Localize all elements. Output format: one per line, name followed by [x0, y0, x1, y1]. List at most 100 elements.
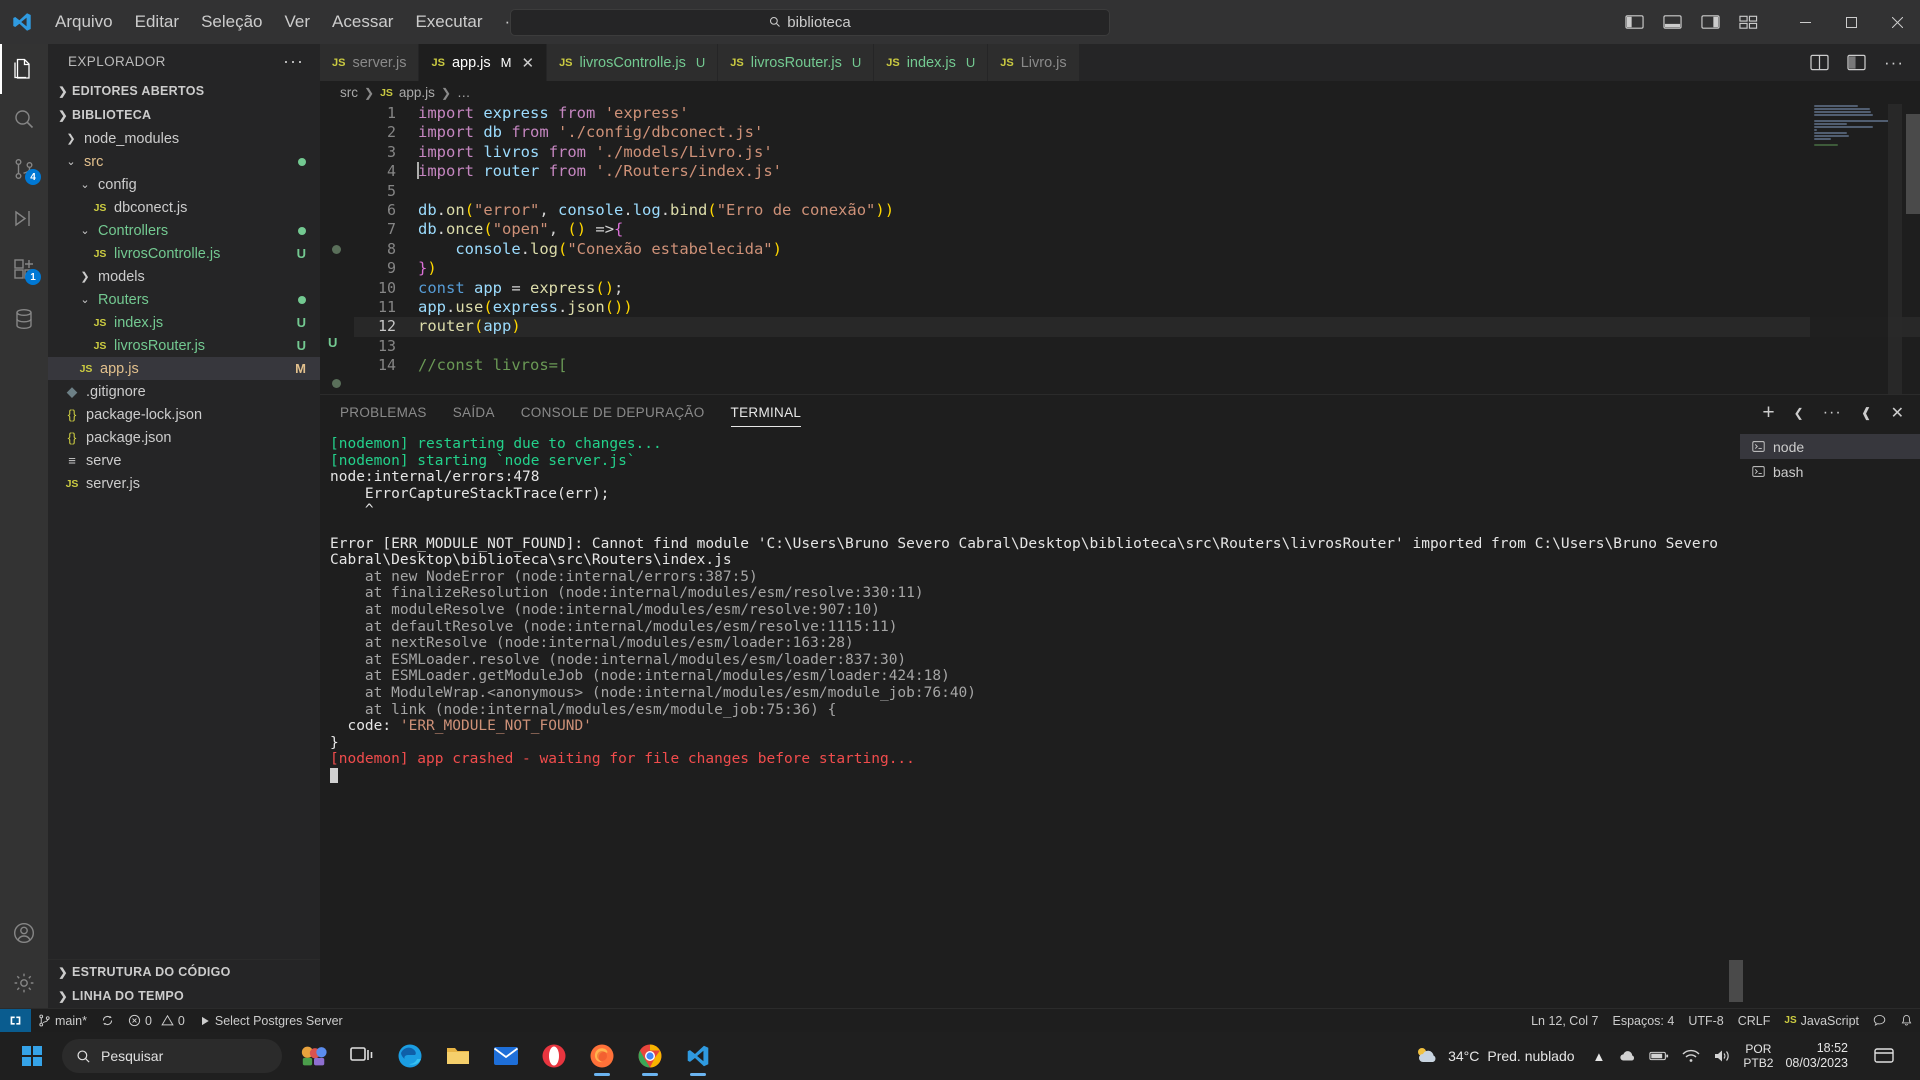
menu-executar[interactable]: Executar: [404, 7, 493, 37]
status-postgres[interactable]: Select Postgres Server: [192, 1009, 350, 1033]
minimap-slider[interactable]: [1888, 104, 1902, 394]
window-close-button[interactable]: [1874, 0, 1920, 44]
new-terminal-icon[interactable]: +: [1762, 402, 1774, 423]
tree-item--gitignore[interactable]: ◆ .gitignore: [48, 380, 320, 403]
tree-item-livrosrouter-js[interactable]: JS livrosRouter.js U: [48, 334, 320, 357]
microsoft-edge-icon[interactable]: [388, 1034, 432, 1078]
code-line[interactable]: 4 import router from './Routers/index.js': [354, 162, 1920, 181]
code-lines[interactable]: 1 import express from 'express' 2 import db…: [354, 104, 1920, 394]
terminal-output[interactable]: [nodemon] restarting due to changes... [n…: [320, 430, 1729, 1008]
menu-acessar[interactable]: Acessar: [321, 7, 404, 37]
tree-item-routers[interactable]: ⌄ Routers: [48, 288, 320, 311]
toggle-panel-icon[interactable]: [1663, 14, 1682, 30]
notifications-icon[interactable]: [1862, 1034, 1906, 1078]
window-minimize-button[interactable]: [1782, 0, 1828, 44]
activity-item-run-and-debug[interactable]: [0, 194, 48, 244]
onedrive-icon[interactable]: [1618, 1049, 1636, 1063]
code-line[interactable]: 1 import express from 'express': [354, 104, 1920, 123]
code-line[interactable]: 6 db.on("error", console.log.bind("Erro d…: [354, 201, 1920, 220]
wifi-icon[interactable]: [1682, 1049, 1700, 1063]
activity-item-source-control[interactable]: 4: [0, 144, 48, 194]
scrollbar-thumb[interactable]: [1906, 114, 1920, 214]
code-line[interactable]: 11 app.use(express.json()): [354, 298, 1920, 317]
panel-tab-problemas[interactable]: PROBLEMAS: [340, 395, 427, 430]
editor-tab-livroscontrolle-js[interactable]: JS livrosControlle.js U: [547, 44, 719, 81]
chevron-up-icon[interactable]: ▲: [1593, 1049, 1606, 1064]
tree-item-livroscontrolle-js[interactable]: JS livrosControlle.js U: [48, 242, 320, 265]
taskbar-language[interactable]: POR PTB2: [1737, 1042, 1779, 1070]
code-line[interactable]: 5: [354, 182, 1920, 201]
section-estrutura-do-codigo[interactable]: ❯ ESTRUTURA DO CÓDIGO: [48, 960, 320, 984]
opera-icon[interactable]: [532, 1034, 576, 1078]
tree-item-controllers[interactable]: ⌄ Controllers: [48, 219, 320, 242]
status-problems[interactable]: 0 0: [121, 1009, 192, 1033]
minimap[interactable]: [1810, 104, 1902, 394]
terminal-scrollbar[interactable]: [1729, 430, 1744, 1008]
terminal-list-item-bash[interactable]: bash: [1740, 459, 1920, 484]
taskbar-search-input[interactable]: Pesquisar: [62, 1039, 282, 1073]
file-explorer-icon[interactable]: [436, 1034, 480, 1078]
volume-icon[interactable]: [1713, 1049, 1731, 1063]
menu-editar[interactable]: Editar: [124, 7, 190, 37]
maximize-panel-icon[interactable]: ❰: [1861, 405, 1872, 421]
menu-arquivo[interactable]: Arquivo: [44, 7, 124, 37]
activity-item-explorer[interactable]: [0, 44, 48, 94]
toggle-secondary-sidebar-icon[interactable]: [1701, 14, 1720, 30]
terminal-list-item-node[interactable]: node: [1740, 434, 1920, 459]
code-line[interactable]: 14 //const livros=[: [354, 356, 1920, 375]
status-cursor-position[interactable]: Ln 12, Col 7: [1524, 1009, 1605, 1033]
section-biblioteca[interactable]: ❯ BIBLIOTECA: [48, 103, 320, 127]
panel-tab-console-de-depura--o[interactable]: CONSOLE DE DEPURAÇÃO: [521, 395, 705, 430]
editor-tab-livro-js[interactable]: JS Livro.js: [988, 44, 1080, 81]
panel-tab-terminal[interactable]: TERMINAL: [730, 395, 802, 430]
tree-item-serve[interactable]: ≡ serve: [48, 449, 320, 472]
widgets-icon[interactable]: [292, 1034, 336, 1078]
breadcrumb-symbol[interactable]: …: [457, 85, 471, 100]
editor-tab-index-js[interactable]: JS index.js U: [874, 44, 989, 81]
activity-item-extensions[interactable]: 1: [0, 244, 48, 294]
section-linha-do-tempo[interactable]: ❯ LINHA DO TEMPO: [48, 984, 320, 1008]
code-line[interactable]: 7 db.once("open", () =>{: [354, 220, 1920, 239]
code-line[interactable]: 2 import db from './config/dbconect.js': [354, 123, 1920, 142]
code-line[interactable]: 3 import livros from './models/Livro.js': [354, 143, 1920, 162]
editor-vertical-scrollbar[interactable]: [1906, 104, 1920, 394]
mail-icon[interactable]: [484, 1034, 528, 1078]
activity-item-settings[interactable]: [0, 958, 48, 1008]
taskbar-clock[interactable]: 18:52 08/03/2023: [1785, 1041, 1856, 1071]
tree-item-dbconect-js[interactable]: JS dbconect.js: [48, 196, 320, 219]
vscode-icon[interactable]: [676, 1034, 720, 1078]
code-line[interactable]: 9}): [354, 259, 1920, 278]
more-actions-icon[interactable]: ···: [1884, 53, 1904, 73]
tree-item-config[interactable]: ⌄ config: [48, 173, 320, 196]
panel-tab-sa-da[interactable]: SAÍDA: [453, 395, 495, 430]
toggle-primary-sidebar-icon[interactable]: [1625, 14, 1644, 30]
status-language[interactable]: JS JavaScript: [1777, 1009, 1866, 1033]
close-panel-icon[interactable]: ✕: [1891, 403, 1904, 423]
tree-item-index-js[interactable]: JS index.js U: [48, 311, 320, 334]
tree-item-models[interactable]: ❯ models: [48, 265, 320, 288]
status-notifications[interactable]: [1893, 1009, 1920, 1033]
battery-icon[interactable]: [1649, 1049, 1669, 1063]
code-line[interactable]: 8 console.log("Conexão estabelecida"): [354, 240, 1920, 259]
tree-item-package-json[interactable]: {} package.json: [48, 426, 320, 449]
tree-item-package-lock-json[interactable]: {} package-lock.json: [48, 403, 320, 426]
firefox-icon[interactable]: [580, 1034, 624, 1078]
google-chrome-icon[interactable]: [628, 1034, 672, 1078]
status-feedback[interactable]: [1866, 1009, 1893, 1033]
menu-selecao[interactable]: Seleção: [190, 7, 273, 37]
code-line[interactable]: 13: [354, 337, 1920, 356]
search-input[interactable]: biblioteca: [510, 8, 1110, 36]
status-indentation[interactable]: Espaços: 4: [1605, 1009, 1681, 1033]
breadcrumb-src[interactable]: src: [340, 85, 358, 100]
activity-item-accounts[interactable]: [0, 908, 48, 958]
breadcrumb-file[interactable]: app.js: [399, 85, 435, 100]
window-maximize-button[interactable]: [1828, 0, 1874, 44]
code-line[interactable]: 10 const app = express();: [354, 279, 1920, 298]
tree-item-src[interactable]: ⌄ src: [48, 150, 320, 173]
open-changes-icon[interactable]: [1847, 54, 1866, 71]
tree-item-server-js[interactable]: JS server.js: [48, 472, 320, 495]
explorer-more-actions-icon[interactable]: ···: [283, 51, 312, 72]
chevron-down-icon[interactable]: ❮: [1794, 406, 1804, 420]
task-view-icon[interactable]: [340, 1034, 384, 1078]
more-actions-icon[interactable]: ···: [1823, 404, 1842, 422]
